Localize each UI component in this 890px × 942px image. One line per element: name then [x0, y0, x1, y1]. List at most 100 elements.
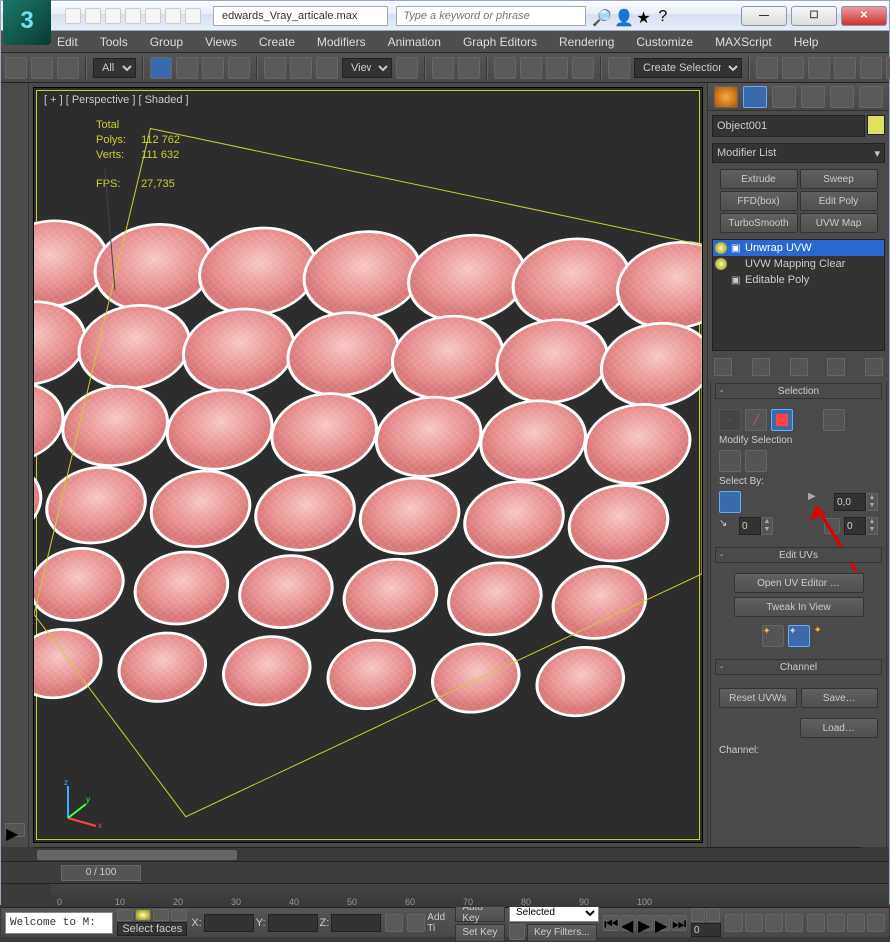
help-search-input[interactable] [396, 6, 586, 26]
unique-icon[interactable] [790, 358, 808, 376]
link-icon[interactable] [165, 8, 181, 24]
time-config-icon[interactable] [691, 908, 705, 922]
menu-create[interactable]: Create [259, 35, 295, 49]
keyfilters-button[interactable]: Key Filters... [527, 924, 597, 942]
mod-btn-turbosmooth[interactable]: TurboSmooth [720, 213, 798, 233]
select-name-icon[interactable] [176, 57, 198, 79]
angle-snap-icon[interactable] [520, 57, 542, 79]
y-input[interactable] [268, 914, 318, 932]
menu-modifiers[interactable]: Modifiers [317, 35, 366, 49]
lock2-icon[interactable] [153, 909, 169, 921]
z-input[interactable] [331, 914, 381, 932]
help-icon[interactable]: ? [658, 8, 674, 24]
named-selection-select[interactable]: Create Selection Se [634, 58, 742, 78]
nav-maximize-icon[interactable] [867, 914, 885, 932]
menu-edit[interactable]: Edit [57, 35, 78, 49]
mirror-icon[interactable] [756, 57, 778, 79]
rollout-header-channel[interactable]: Channel [715, 659, 882, 675]
modify-tab-icon[interactable] [743, 86, 767, 108]
spinner-3[interactable]: ▲▼ [844, 517, 878, 535]
modifier-stack[interactable]: ▣Unwrap UVW UVW Mapping Clear ▣Editable … [712, 239, 885, 351]
save-icon[interactable] [105, 8, 121, 24]
app-icon[interactable]: 3 [3, 0, 51, 45]
menu-animation[interactable]: Animation [388, 35, 441, 49]
quickmap-3-icon[interactable]: ✦ [814, 625, 836, 647]
remove-mod-icon[interactable] [827, 358, 845, 376]
manip-icon[interactable] [432, 57, 454, 79]
stack-item-uvwclear[interactable]: UVW Mapping Clear [713, 256, 884, 272]
object-color-swatch[interactable] [867, 115, 885, 135]
ring-icon[interactable]: ↘ [719, 518, 735, 534]
menu-maxscript[interactable]: MAXScript [715, 35, 772, 49]
key-tangent-icon[interactable] [509, 924, 525, 940]
stack-item-editablepoly[interactable]: ▣Editable Poly [713, 272, 884, 288]
close-button[interactable]: ✕ [841, 6, 887, 26]
modifier-list-dropdown[interactable]: Modifier List▾ [712, 143, 885, 163]
bulb-icon[interactable] [715, 242, 727, 254]
curve-editor-icon[interactable] [834, 57, 856, 79]
object-name-input[interactable] [712, 115, 865, 137]
nav-walk-icon[interactable] [847, 914, 865, 932]
percent-snap-icon[interactable] [546, 57, 568, 79]
time-slider-thumb[interactable]: 0 / 100 [61, 865, 141, 881]
keymode-icon[interactable] [458, 57, 480, 79]
isolate-icon[interactable] [171, 909, 187, 921]
face-subobj-icon[interactable] [771, 409, 793, 431]
scale-icon[interactable] [316, 57, 338, 79]
save-uvws-button[interactable]: Save… [801, 688, 879, 708]
rotate-icon[interactable] [290, 57, 312, 79]
nav-fov-icon[interactable] [765, 914, 783, 932]
mod-btn-uvwmap[interactable]: UVW Map [800, 213, 878, 233]
mod-btn-extrude[interactable]: Extrude [720, 169, 798, 189]
open-icon[interactable] [85, 8, 101, 24]
pivot-icon[interactable] [396, 57, 418, 79]
select-rect-icon[interactable] [202, 57, 224, 79]
ref-coord-select[interactable]: View [342, 58, 392, 78]
setkey-button[interactable]: Set Key [455, 924, 505, 942]
menu-help[interactable]: Help [794, 35, 819, 49]
open-uv-editor-button[interactable]: Open UV Editor … [734, 573, 864, 593]
spinner-snap-icon[interactable] [572, 57, 594, 79]
layers-icon[interactable] [808, 57, 830, 79]
display-tab-icon[interactable] [830, 86, 854, 108]
load-uvws-button[interactable]: Load… [800, 718, 879, 738]
play-icon[interactable]: ▶ [637, 915, 653, 931]
align-icon[interactable] [782, 57, 804, 79]
mod-btn-ffd[interactable]: FFD(box) [720, 191, 798, 211]
x-input[interactable] [204, 914, 254, 932]
selectby-3-icon[interactable]: ▶ [808, 491, 830, 513]
snap-icon[interactable] [494, 57, 516, 79]
search-icon[interactable]: 🔎 [592, 8, 608, 24]
left-rail-btn[interactable]: ▶ [5, 823, 25, 837]
rollout-header-selection[interactable]: Selection [715, 383, 882, 399]
menu-grapheditors[interactable]: Graph Editors [463, 35, 537, 49]
select-object-icon[interactable] [150, 57, 172, 79]
viewport-label[interactable]: [ + ] [ Perspective ] [ Shaded ] [44, 94, 189, 106]
vertex-subobj-icon[interactable]: · [719, 409, 741, 431]
motion-tab-icon[interactable] [801, 86, 825, 108]
key-mode-icon[interactable] [706, 908, 720, 922]
bind-icon[interactable] [57, 57, 79, 79]
menu-customize[interactable]: Customize [636, 35, 693, 49]
maximize-button[interactable]: ☐ [791, 6, 837, 26]
rollout-header-edituvs[interactable]: Edit UVs [715, 547, 882, 563]
menu-views[interactable]: Views [205, 35, 237, 49]
window-crossing-icon[interactable] [228, 57, 250, 79]
mod-btn-sweep[interactable]: Sweep [800, 169, 878, 189]
unlink-icon[interactable] [31, 57, 53, 79]
grow-icon[interactable] [719, 450, 741, 472]
nav-zoomall-icon[interactable] [785, 914, 803, 932]
lock-icon[interactable] [117, 909, 133, 921]
track-bar[interactable]: 0102030405060708090100 [1, 883, 889, 907]
more-icon[interactable] [185, 8, 201, 24]
bulb-icon[interactable] [715, 258, 727, 270]
show-end-icon[interactable] [752, 358, 770, 376]
named-sel-icon[interactable] [608, 57, 630, 79]
grid-icon[interactable] [385, 914, 403, 932]
selectby-spinner[interactable]: ▲▼ [834, 493, 878, 511]
mesh-object[interactable] [33, 208, 703, 768]
schematic-icon[interactable] [860, 57, 882, 79]
link-icon[interactable] [5, 57, 27, 79]
addtime-icon[interactable] [407, 914, 425, 932]
shrink-icon[interactable] [745, 450, 767, 472]
